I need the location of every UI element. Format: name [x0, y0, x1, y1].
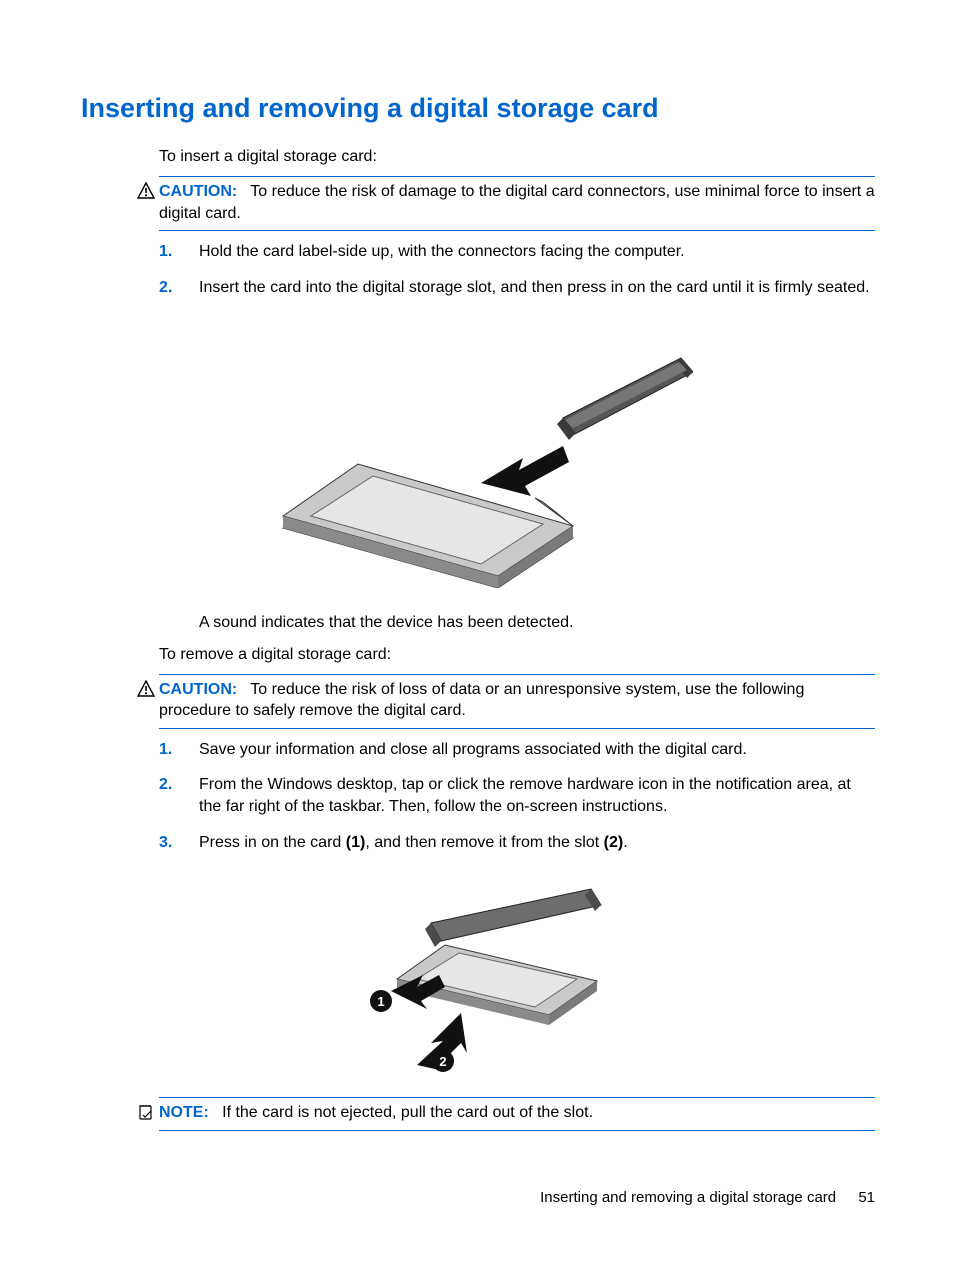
insert-illustration [263, 328, 693, 588]
caution-label: CAUTION: [159, 681, 237, 698]
insert-intro: To insert a digital storage card: [159, 146, 875, 168]
footer-page-number: 51 [858, 1189, 875, 1206]
document-page: Inserting and removing a digital storage… [0, 0, 954, 1270]
caution-icon [137, 680, 155, 698]
step-text: From the Windows desktop, tap or click t… [199, 776, 851, 815]
step-text-part: . [623, 834, 627, 851]
step-text: Hold the card label-side up, with the co… [199, 243, 685, 260]
step-number: 1. [159, 739, 172, 761]
caution-text: To reduce the risk of loss of data or an… [159, 681, 804, 720]
caution-icon [137, 182, 155, 200]
svg-text:1: 1 [377, 994, 384, 1009]
caution-text: To reduce the risk of damage to the digi… [159, 183, 875, 222]
insert-steps: 1. Hold the card label-side up, with the… [159, 241, 875, 312]
remove-intro: To remove a digital storage card: [159, 644, 875, 666]
page-footer: Inserting and removing a digital storage… [0, 1188, 954, 1208]
step-text: Save your information and close all prog… [199, 741, 747, 758]
step-number: 2. [159, 277, 172, 299]
note-icon [137, 1103, 155, 1121]
footer-title: Inserting and removing a digital storage… [540, 1189, 836, 1206]
step-ref-2: (2) [604, 834, 624, 851]
list-item: 2. From the Windows desktop, tap or clic… [159, 774, 875, 831]
caution-callout: CAUTION: To reduce the risk of loss of d… [137, 674, 875, 729]
list-item: 1. Hold the card label-side up, with the… [159, 241, 875, 277]
remove-steps: 1. Save your information and close all p… [159, 739, 875, 867]
step-ref-1: (1) [346, 834, 366, 851]
list-item: 3. Press in on the card (1), and then re… [159, 832, 875, 868]
page-heading: Inserting and removing a digital storage… [81, 90, 875, 126]
step-number: 1. [159, 241, 172, 263]
list-item: 1. Save your information and close all p… [159, 739, 875, 775]
note-callout: NOTE: If the card is not ejected, pull t… [137, 1097, 875, 1131]
note-label: NOTE: [159, 1104, 209, 1121]
list-item: 2. Insert the card into the digital stor… [159, 277, 875, 313]
step-number: 2. [159, 774, 172, 796]
step-text-part: , and then remove it from the slot [365, 834, 603, 851]
svg-text:2: 2 [439, 1054, 446, 1069]
step-text-part: Press in on the card [199, 834, 346, 851]
remove-illustration: 1 2 [343, 883, 613, 1073]
step-text: Insert the card into the digital storage… [199, 279, 870, 296]
caution-label: CAUTION: [159, 183, 237, 200]
detected-text: A sound indicates that the device has be… [199, 612, 875, 634]
note-text: If the card is not ejected, pull the car… [222, 1104, 593, 1121]
step-number: 3. [159, 832, 172, 854]
caution-callout: CAUTION: To reduce the risk of damage to… [137, 176, 875, 231]
